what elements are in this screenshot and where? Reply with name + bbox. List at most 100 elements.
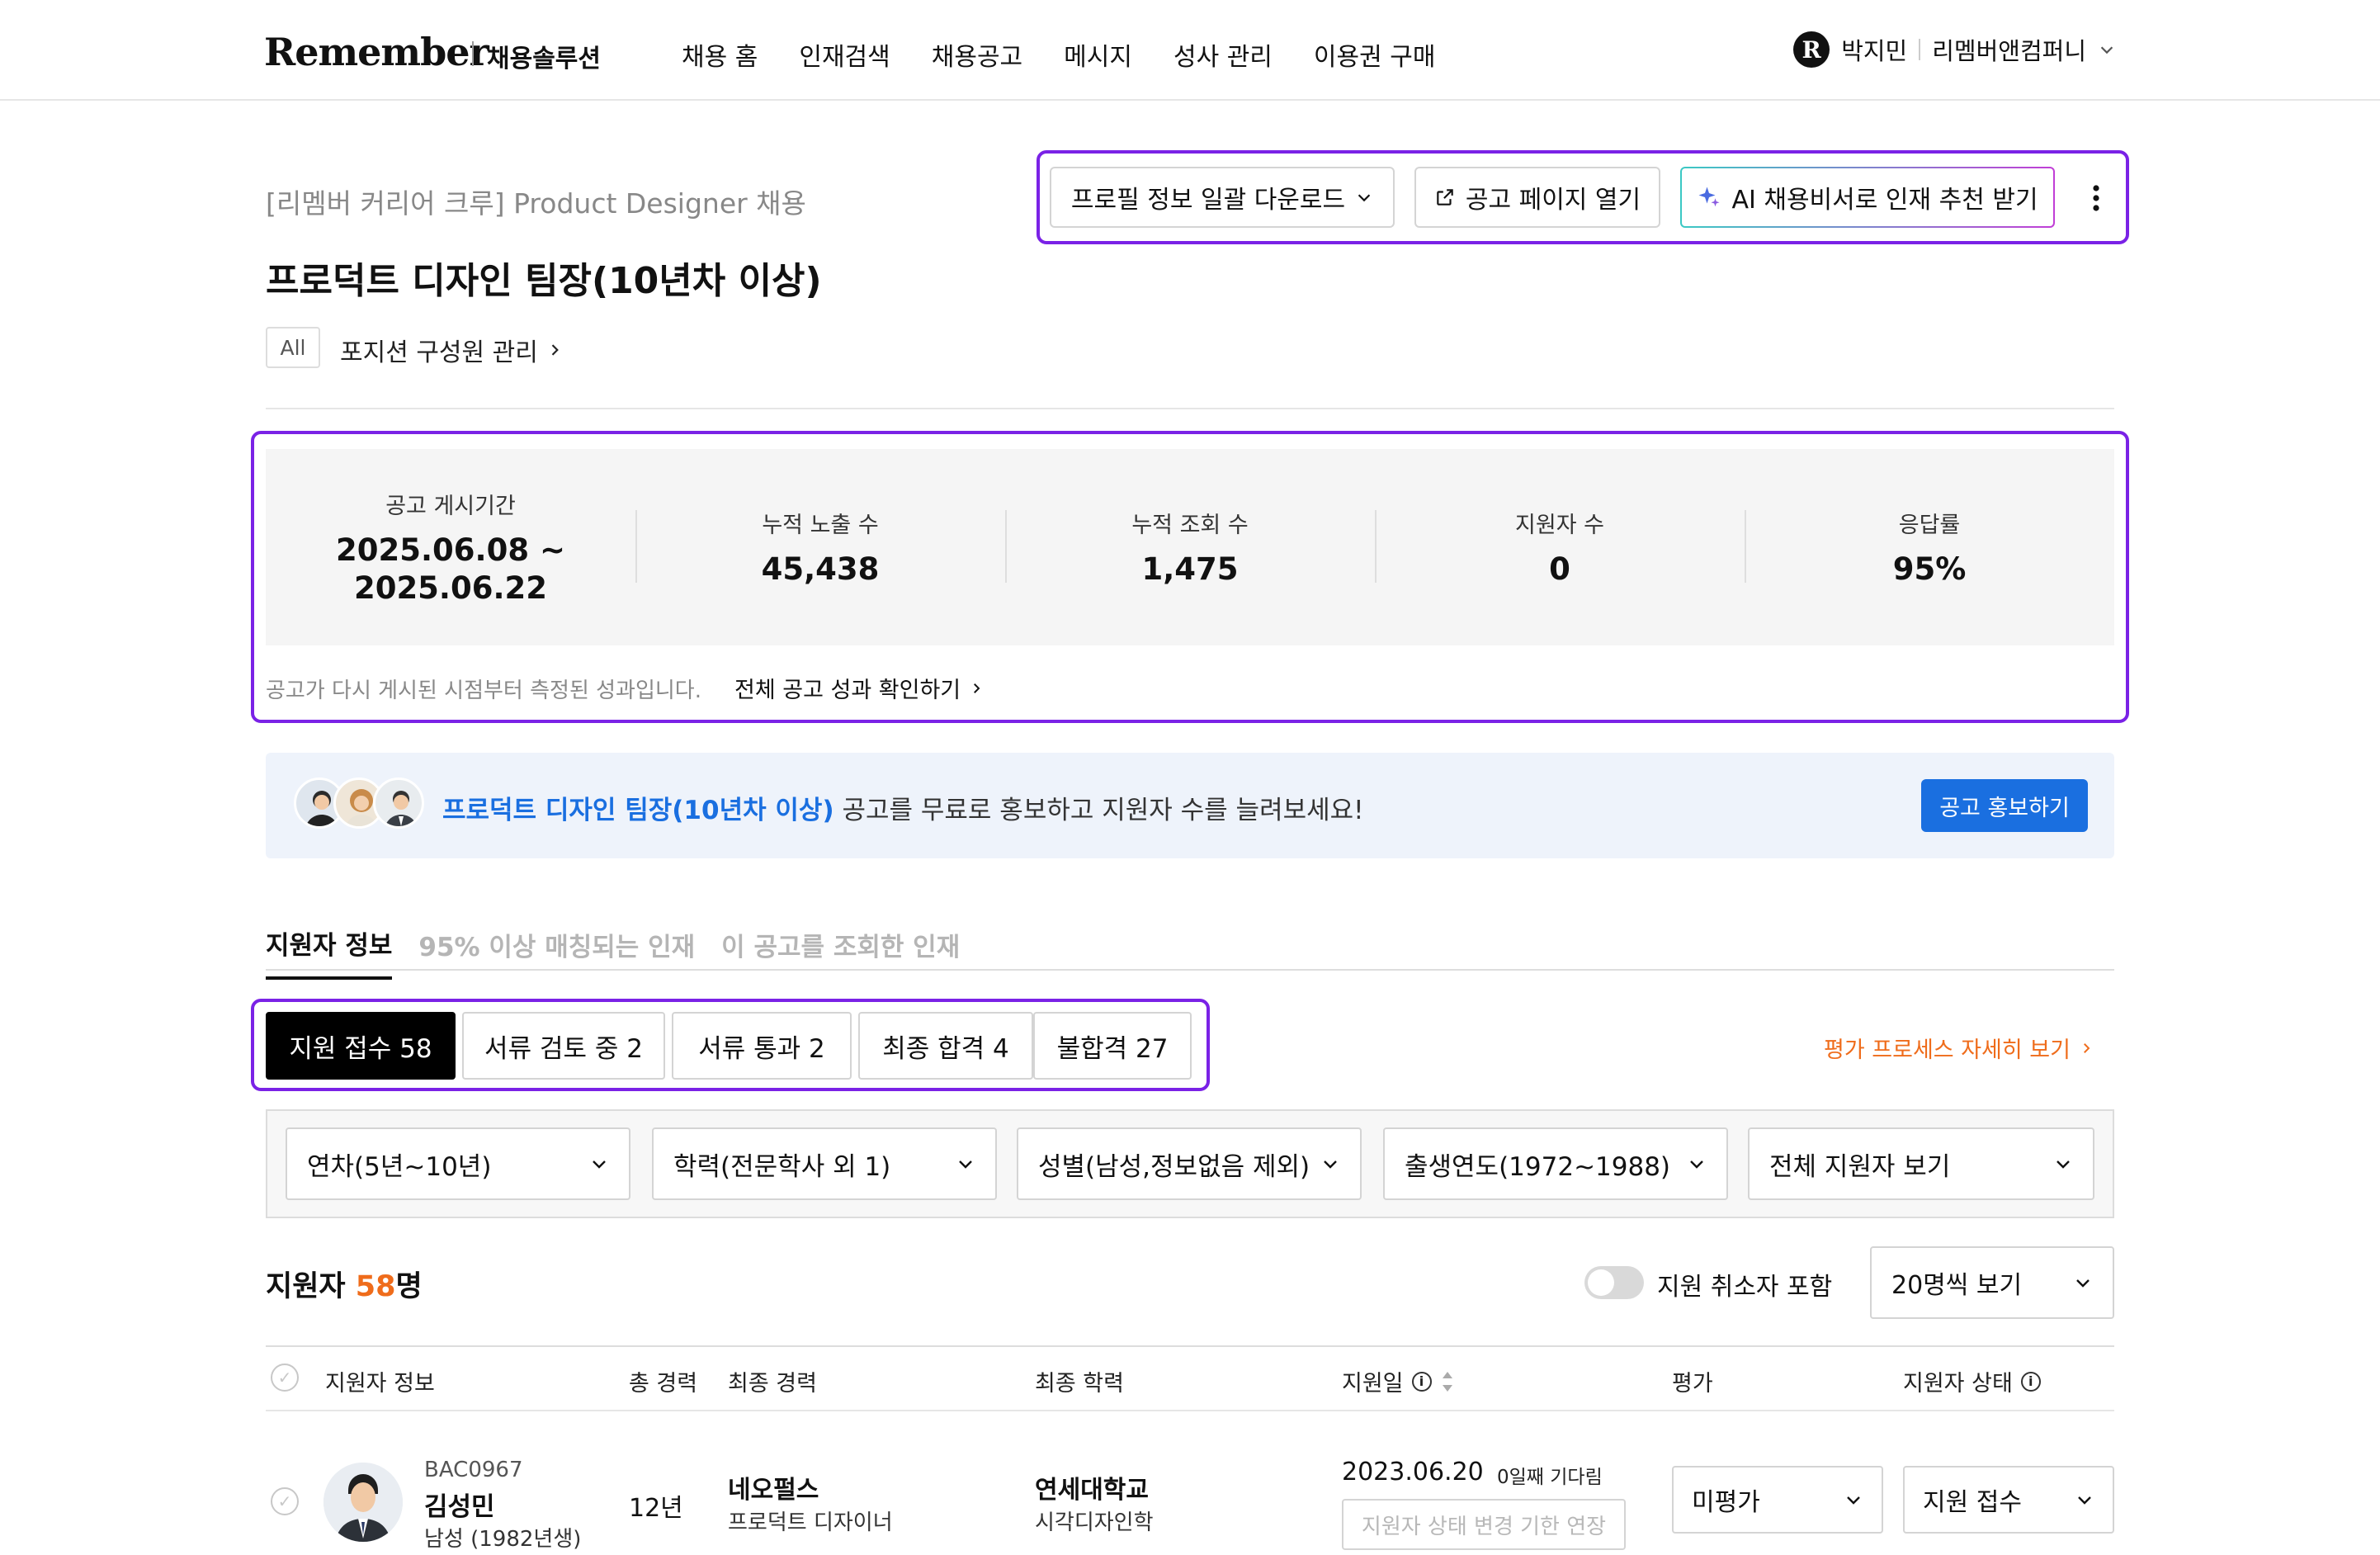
- eval-process-link[interactable]: 평가 프로세스 자세히 보기: [1824, 1032, 2094, 1064]
- applicant-school: 연세대학교: [1035, 1476, 1149, 1505]
- open-posting-button[interactable]: 공고 페이지 열기: [1414, 167, 1660, 228]
- position-member-label: 포지션 구성원 관리: [340, 338, 538, 367]
- status-filter-reviewing[interactable]: 서류 검토 중 2: [462, 1012, 665, 1080]
- evaluation-select[interactable]: 미평가: [1672, 1466, 1883, 1534]
- applicant-name[interactable]: 김성민: [424, 1486, 495, 1523]
- row-checkbox[interactable]: ✓: [271, 1487, 299, 1515]
- user-menu[interactable]: R 박지민 리멤버앤컴퍼니: [1793, 31, 2116, 68]
- applicant-status-value: 지원 접수: [1923, 1488, 2022, 1517]
- th-education: 최종 학력: [1035, 1365, 1124, 1397]
- nav-item-hire-management[interactable]: 성사 관리: [1173, 36, 1273, 73]
- stat-value: 95%: [1892, 551, 1967, 587]
- job-subtitle: [리멤버 커리어 크루] Product Designer 채용: [266, 187, 806, 220]
- filter-applicant-view-select[interactable]: 전체 지원자 보기: [1748, 1127, 2094, 1200]
- filter-gender-value: 성별(남성,정보없음 제외): [1038, 1151, 1310, 1182]
- all-stats-label: 전체 공고 성과 확인하기: [734, 678, 961, 703]
- th-label: 최종 경력: [728, 1371, 817, 1397]
- extend-status-deadline-button[interactable]: 지원자 상태 변경 기한 연장: [1342, 1499, 1626, 1550]
- promo-text: 프로덕트 디자인 팀장(10년차 이상) 공고를 무료로 홍보하고 지원자 수를…: [442, 789, 1364, 826]
- chevron-down-icon: [2057, 1160, 2070, 1169]
- include-cancelled-label: 지원 취소자 포함: [1657, 1273, 1833, 1302]
- tab-matched-talent[interactable]: 95% 이상 매칭되는 인재: [418, 926, 695, 978]
- chevron-down-icon: [959, 1160, 972, 1169]
- applicant-count: 지원자 58명: [266, 1263, 423, 1305]
- nav-item-talent-search[interactable]: 인재검색: [799, 36, 890, 73]
- external-link-icon: [1437, 189, 1453, 206]
- applied-date: 2023.06.20: [1342, 1458, 1484, 1486]
- logo-subtitle: 채용솔루션: [487, 45, 601, 73]
- applicant-count-unit: 명: [395, 1270, 423, 1303]
- ai-recommend-label: AI 채용비서로 인재 추천 받기: [1731, 186, 2038, 215]
- stats-note: 공고가 다시 게시된 시점부터 측정된 성과입니다.: [266, 678, 701, 703]
- filter-career-select[interactable]: 연차(5년~10년): [286, 1127, 630, 1200]
- info-icon[interactable]: i: [2020, 1371, 2041, 1392]
- nav-item-job-postings[interactable]: 채용공고: [932, 36, 1022, 73]
- open-posting-label: 공고 페이지 열기: [1465, 186, 1641, 215]
- stat-impressions: 누적 노출 수 45,438: [635, 449, 1005, 645]
- tab-applicant-info[interactable]: 지원자 정보: [266, 924, 393, 980]
- waiting-days: 0일째 기다림: [1497, 1467, 1603, 1488]
- status-filter-final[interactable]: 최종 합격 4: [858, 1012, 1033, 1080]
- stat-label: 공고 게시기간: [385, 493, 516, 519]
- status-filter-rejected[interactable]: 불합격 27: [1033, 1012, 1192, 1080]
- chevron-down-icon: [1358, 194, 1371, 202]
- ai-recommend-button[interactable]: AI 채용비서로 인재 추천 받기: [1680, 167, 2055, 228]
- info-icon[interactable]: i: [1411, 1371, 1432, 1392]
- stat-value: 45,438: [761, 551, 880, 587]
- position-member-link[interactable]: 포지션 구성원 관리: [340, 332, 563, 368]
- chevron-down-icon: [1324, 1160, 1337, 1169]
- status-filter-received[interactable]: 지원 접수 58: [266, 1012, 456, 1080]
- company-logo-icon: R: [1793, 31, 1830, 68]
- chevron-down-icon: [1847, 1496, 1860, 1505]
- nav-item-messages[interactable]: 메시지: [1064, 36, 1132, 73]
- table-header-border: [266, 1410, 2114, 1411]
- promo-avatar: [373, 778, 424, 829]
- bulk-download-button[interactable]: 프로필 정보 일괄 다운로드: [1050, 167, 1395, 228]
- th-label: 총 경력: [629, 1371, 698, 1397]
- per-page-select[interactable]: 20명씩 보기: [1870, 1246, 2114, 1319]
- chevron-down-icon: [2078, 1496, 2091, 1505]
- title-divider: [266, 408, 2114, 409]
- th-applied-date[interactable]: 지원일 i: [1342, 1365, 1455, 1397]
- all-stats-link[interactable]: 전체 공고 성과 확인하기: [734, 672, 984, 704]
- applicant-status-select[interactable]: 지원 접수: [1903, 1466, 2114, 1534]
- applicant-count-number: 58: [355, 1270, 396, 1303]
- filter-birth-year-select[interactable]: 출생연도(1972~1988): [1383, 1127, 1728, 1200]
- stat-applicants: 지원자 수 0: [1375, 449, 1745, 645]
- select-all-checkbox[interactable]: ✓: [271, 1364, 299, 1392]
- th-evaluation: 평가: [1672, 1365, 1713, 1397]
- table-top-border: [266, 1345, 2114, 1347]
- filter-education-select[interactable]: 학력(전문학사 외 1): [652, 1127, 997, 1200]
- stat-label: 누적 노출 수: [762, 512, 879, 538]
- tab-viewed-talent[interactable]: 이 공고를 조회한 인재: [721, 926, 960, 978]
- more-options-icon[interactable]: [2080, 175, 2113, 221]
- user-name: 박지민: [1841, 37, 1908, 65]
- applicant-code: BAC0967: [424, 1458, 523, 1482]
- evaluation-value: 미평가: [1692, 1488, 1760, 1517]
- nav-item-purchase[interactable]: 이용권 구매: [1314, 36, 1436, 73]
- nav-item-recruit-home[interactable]: 채용 홈: [682, 36, 758, 73]
- page-title: 프로덕트 디자인 팀장(10년차 이상): [266, 260, 822, 302]
- all-badge: All: [266, 327, 320, 368]
- th-label: 지원일: [1342, 1371, 1404, 1397]
- stat-posting-period: 공고 게시기간 2025.06.08 ~ 2025.06.22: [266, 449, 635, 645]
- per-page-value: 20명씩 보기: [1891, 1271, 2023, 1300]
- chevron-right-icon: [974, 683, 980, 693]
- status-filter-passed[interactable]: 서류 통과 2: [672, 1012, 852, 1080]
- applicant-last-company: 네오펄스: [728, 1476, 819, 1505]
- sparkle-icon: [1698, 187, 1720, 207]
- chevron-down-icon: [593, 1160, 606, 1169]
- th-last-career: 최종 경력: [728, 1365, 817, 1397]
- sort-icon[interactable]: [1440, 1370, 1455, 1393]
- bulk-download-label: 프로필 정보 일괄 다운로드: [1070, 186, 1346, 215]
- promo-job-title[interactable]: 프로덕트 디자인 팀장(10년차 이상): [442, 796, 834, 825]
- applicant-tabs: 지원자 정보 95% 이상 매칭되는 인재 이 공고를 조회한 인재: [266, 924, 960, 980]
- promote-posting-button[interactable]: 공고 홍보하기: [1921, 779, 2088, 832]
- filter-applicant-view-value: 전체 지원자 보기: [1769, 1151, 1951, 1182]
- filter-career-value: 연차(5년~10년): [307, 1151, 492, 1182]
- eval-process-label: 평가 프로세스 자세히 보기: [1824, 1037, 2071, 1063]
- filter-gender-select[interactable]: 성별(남성,정보없음 제외): [1017, 1127, 1362, 1200]
- th-label: 최종 학력: [1035, 1371, 1124, 1397]
- remember-logo[interactable]: Remember: [264, 30, 489, 74]
- main-nav: 채용 홈 인재검색 채용공고 메시지 성사 관리 이용권 구매: [682, 36, 1435, 73]
